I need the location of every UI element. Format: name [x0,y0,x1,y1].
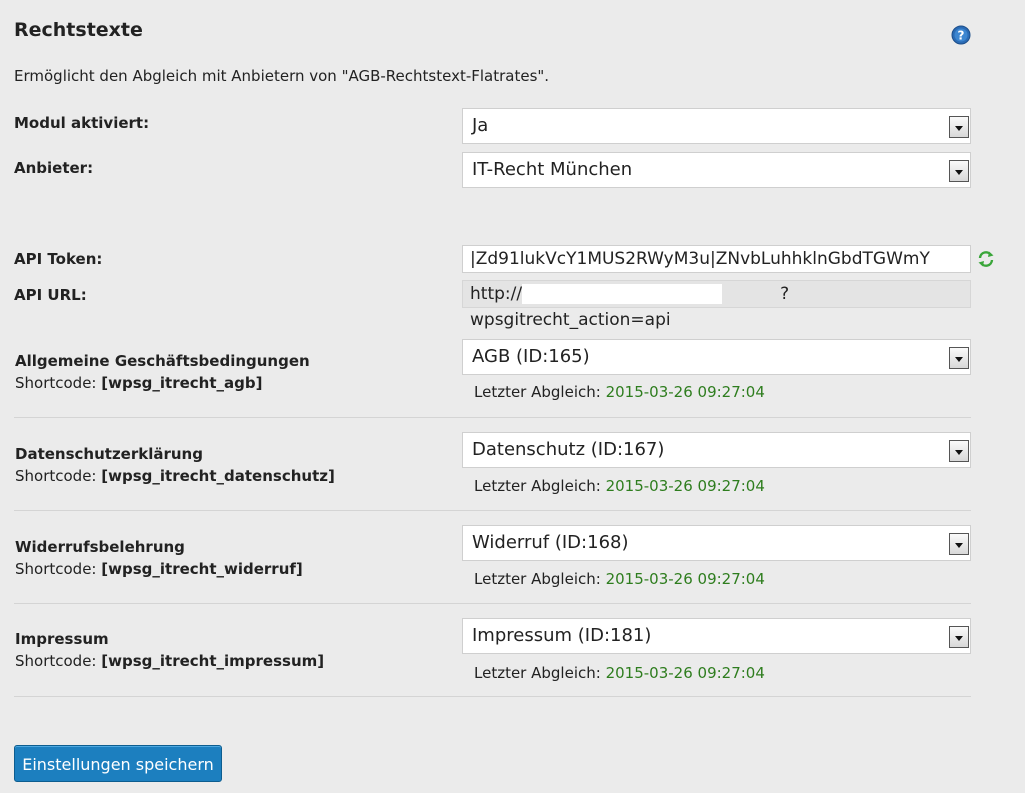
divider [14,510,971,511]
provider-select-value: IT-Recht München [472,159,633,180]
api-url-field: http://?wpsgitrecht_action=api [462,280,971,330]
document-select-widerruf[interactable]: Widerruf (ID:168) [462,525,971,561]
module-label: Modul aktiviert: [14,114,150,132]
last-sync-date: 2015-03-26 09:27:04 [605,570,765,588]
shortcode-value: [wpsg_itrecht_datenschutz] [101,467,335,485]
last-sync-label: Letzter Abgleich: [474,664,601,682]
shortcode-prefix: Shortcode: [15,560,97,578]
shortcode-value: [wpsg_itrecht_impressum] [101,652,325,670]
svg-text:?: ? [958,29,965,43]
refresh-icon[interactable] [977,250,995,268]
chevron-down-icon [949,347,969,369]
document-title: Datenschutzerklärung [15,445,203,463]
shortcode-value: [wpsg_itrecht_agb] [101,374,263,392]
shortcode-prefix: Shortcode: [15,374,97,392]
chevron-down-icon [949,440,969,462]
document-row-impressum: Impressum Shortcode: [wpsg_itrecht_impre… [15,628,324,672]
provider-select[interactable]: IT-Recht München [462,152,971,188]
last-sync-label: Letzter Abgleich: [474,477,601,495]
last-sync-widerruf: Letzter Abgleich: 2015-03-26 09:27:04 [474,570,765,588]
last-sync-datenschutz: Letzter Abgleich: 2015-03-26 09:27:04 [474,477,765,495]
last-sync-date: 2015-03-26 09:27:04 [605,477,765,495]
divider [14,417,971,418]
last-sync-label: Letzter Abgleich: [474,570,601,588]
document-row-datenschutz: Datenschutzerklärung Shortcode: [wpsg_it… [15,443,335,487]
module-select-value: Ja [472,115,489,136]
chevron-down-icon [949,160,969,182]
chevron-down-icon [949,533,969,555]
shortcode-prefix: Shortcode: [15,467,97,485]
chevron-down-icon [949,116,969,138]
chevron-down-icon [949,626,969,648]
last-sync-date: 2015-03-26 09:27:04 [605,664,765,682]
shortcode-value: [wpsg_itrecht_widerruf] [101,560,303,578]
shortcode-prefix: Shortcode: [15,652,97,670]
last-sync-date: 2015-03-26 09:27:04 [605,383,765,401]
document-select-impressum[interactable]: Impressum (ID:181) [462,618,971,654]
document-select-value: Widerruf (ID:168) [472,532,629,553]
last-sync-impressum: Letzter Abgleich: 2015-03-26 09:27:04 [474,664,765,682]
help-icon[interactable]: ? [951,25,971,45]
document-title: Impressum [15,630,109,648]
divider [14,603,971,604]
last-sync-agb: Letzter Abgleich: 2015-03-26 09:27:04 [474,383,765,401]
document-title: Allgemeine Geschäftsbedingungen [15,352,310,370]
document-select-datenschutz[interactable]: Datenschutz (ID:167) [462,432,971,468]
api-url-label: API URL: [14,286,87,304]
document-row-agb: Allgemeine Geschäftsbedingungen Shortcod… [15,350,310,394]
page-description: Ermöglicht den Abgleich mit Anbietern vo… [14,67,550,85]
divider [14,696,971,697]
save-settings-button[interactable]: Einstellungen speichern [14,745,222,782]
page-title: Rechtstexte [14,19,143,41]
document-select-agb[interactable]: AGB (ID:165) [462,339,971,375]
api-url-prefix: http:// [470,284,523,304]
last-sync-label: Letzter Abgleich: [474,383,601,401]
document-select-value: Impressum (ID:181) [472,625,652,646]
document-row-widerruf: Widerrufsbelehrung Shortcode: [wpsg_itre… [15,536,303,580]
api-token-label: API Token: [14,250,103,268]
document-title: Widerrufsbelehrung [15,538,185,556]
provider-label: Anbieter: [14,159,94,177]
api-token-input[interactable]: |Zd91lukVcY1MUS2RWyM3u|ZNvbLuhhklnGbdTGW… [462,245,971,273]
document-select-value: AGB (ID:165) [472,346,590,367]
redacted-url-host [522,284,723,304]
module-select[interactable]: Ja [462,108,971,144]
document-select-value: Datenschutz (ID:167) [472,439,665,460]
